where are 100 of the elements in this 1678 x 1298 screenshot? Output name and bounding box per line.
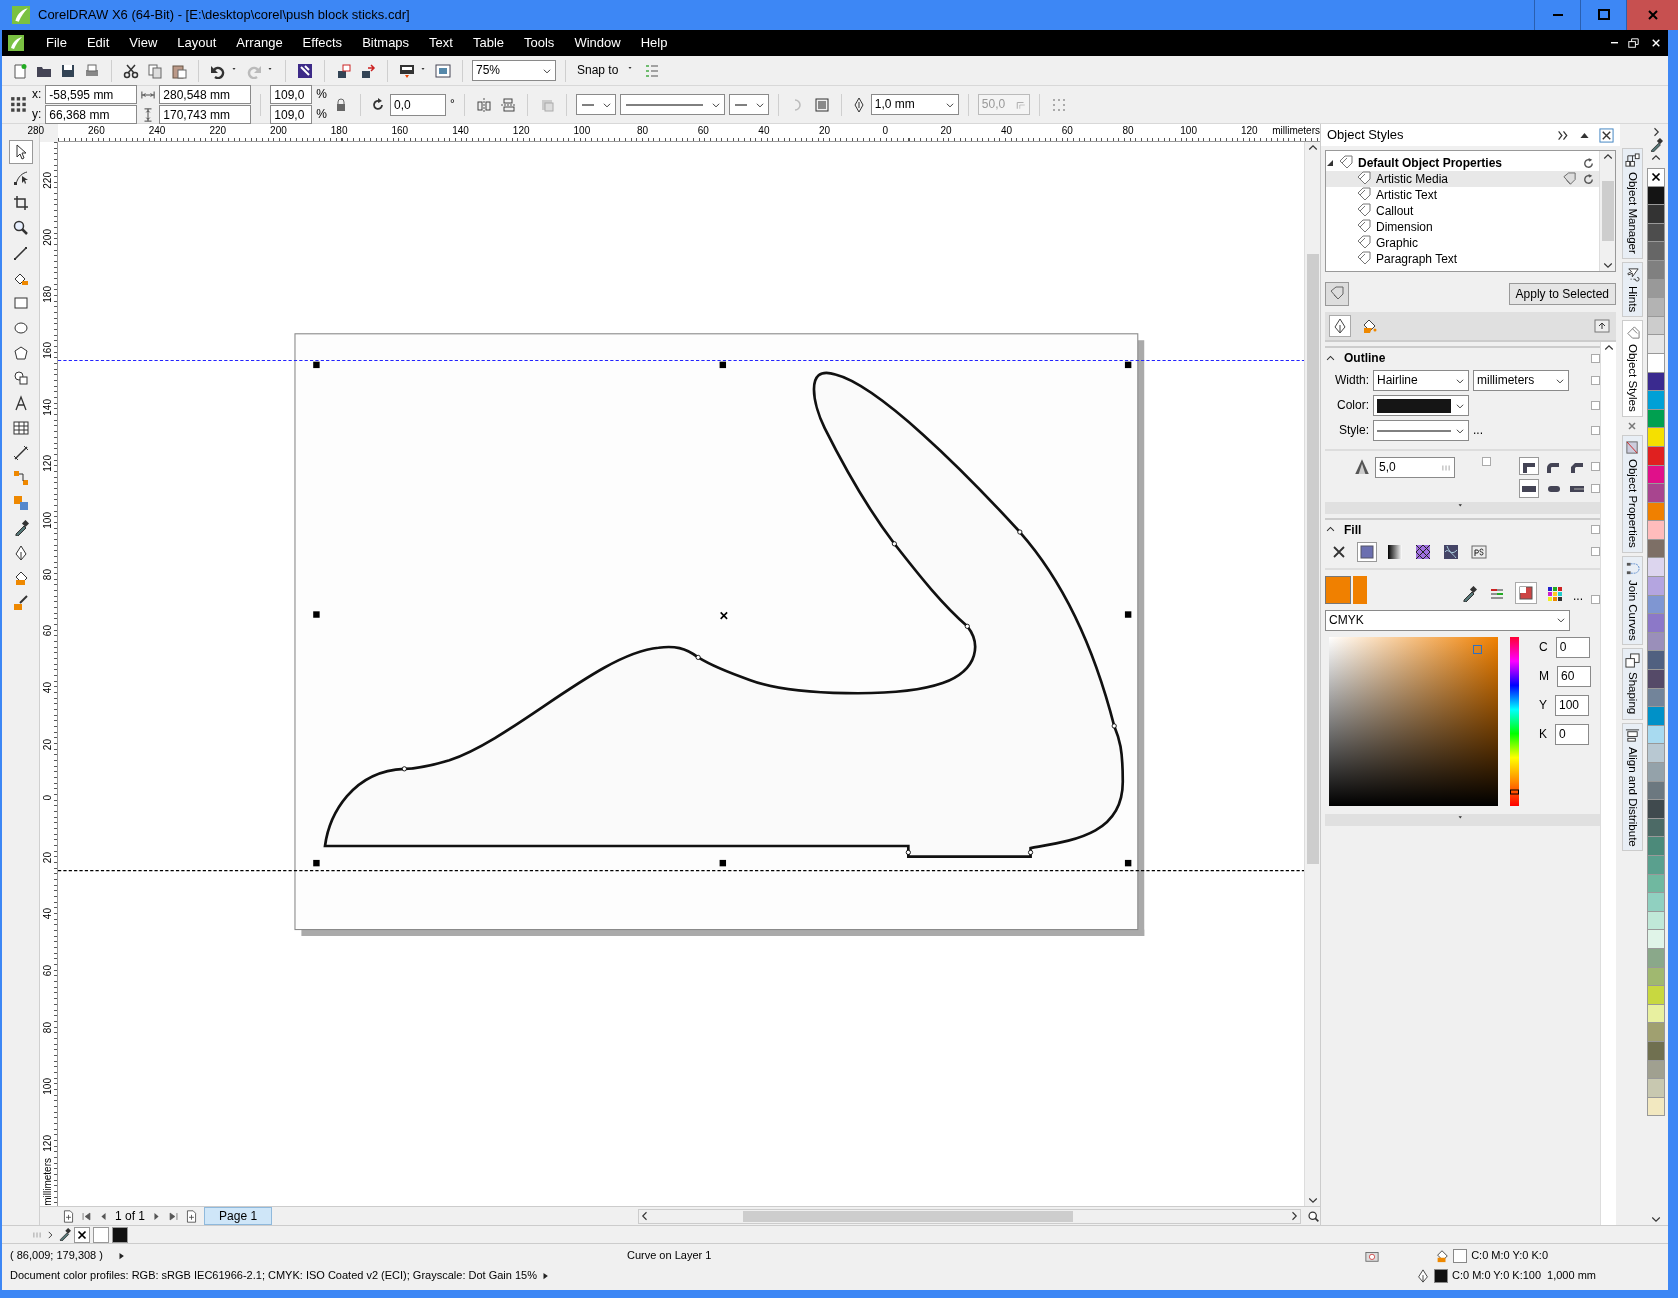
docker-tab[interactable]: Join Curves	[1621, 555, 1643, 646]
menu-item[interactable]: Arrange	[226, 35, 293, 51]
docker-tab[interactable]: Object Properties	[1621, 434, 1643, 553]
ruler-label: 20	[819, 125, 831, 137]
menu-item[interactable]: Tools	[514, 35, 565, 51]
x-position-field[interactable]: -58,595 mm	[45, 85, 138, 104]
ruler-label: 220	[42, 172, 54, 190]
channel-label: Y	[1539, 698, 1547, 713]
menu-item[interactable]: View	[119, 35, 168, 51]
ruler-label: 140	[42, 398, 54, 416]
channel-field[interactable]: 0	[1555, 636, 1590, 658]
docker-tab[interactable]: Align and Distribute	[1621, 722, 1643, 852]
ruler-label: 100	[42, 512, 54, 529]
ruler-label: 0	[882, 125, 889, 137]
zoom-dropdown[interactable]: 75%	[472, 60, 556, 81]
ruler-label: 200	[42, 229, 54, 246]
ruler-label: 200	[270, 125, 287, 137]
docker-tab[interactable]: Hints	[1621, 261, 1643, 318]
rotation-field[interactable]: 0,0	[390, 93, 446, 116]
snap-to-dropdown[interactable]: Snap to	[575, 61, 639, 80]
tree-item[interactable]: Dimension	[1326, 219, 1599, 235]
menu-item[interactable]: Edit	[76, 35, 120, 51]
tree-item[interactable]: Paragraph Text	[1326, 251, 1599, 267]
menu-item[interactable]: Help	[630, 35, 678, 51]
ruler-label: 80	[42, 568, 54, 580]
field-label: Color:	[1336, 398, 1369, 413]
ruler-label: 160	[42, 342, 54, 359]
docker-tab[interactable]: Object Styles	[1621, 320, 1643, 417]
ruler-label: 120	[42, 1134, 54, 1152]
channel-label: K	[1539, 727, 1547, 742]
ruler-label: 120	[512, 125, 530, 137]
docker-tab[interactable]: Shaping	[1621, 648, 1643, 720]
page-count: 1 of 1	[115, 1208, 146, 1224]
outline-width-dropdown[interactable]: 1,0 mm	[870, 94, 959, 115]
y-position-field[interactable]: 66,368 mm	[45, 105, 138, 124]
height-field[interactable]: 170,743 mm	[159, 105, 252, 124]
menu-item[interactable]: Layout	[167, 35, 227, 51]
channel-label: M	[1539, 669, 1549, 684]
ruler-label: 240	[148, 125, 166, 137]
docker-tab[interactable]: Object Manager	[1621, 148, 1643, 259]
field-label: y:	[32, 107, 42, 122]
menu-item[interactable]: File	[36, 35, 77, 51]
ruler-label: 100	[42, 1078, 54, 1095]
menu-item[interactable]: Effects	[292, 35, 353, 51]
ruler-label: 0	[42, 795, 54, 801]
tree-item[interactable]: Callout	[1326, 203, 1599, 219]
ruler-label: 100	[1180, 125, 1197, 137]
field-label: Width:	[1334, 373, 1369, 388]
channel-label: C	[1539, 640, 1548, 655]
ruler-label: 60	[1061, 125, 1073, 137]
ruler-label: 40	[42, 908, 54, 920]
window-title: CorelDRAW X6 (64-Bit) - [E:\desktop\corel\push block sticks.cdr]	[38, 7, 410, 23]
ruler-label: 40	[1001, 125, 1013, 137]
ruler-label: 180	[330, 125, 348, 137]
more-options[interactable]: ...	[1573, 589, 1583, 604]
more-options[interactable]: ...	[1473, 423, 1483, 438]
width-dropdown[interactable]: Hairline	[1373, 370, 1469, 391]
tree-item[interactable]: Graphic	[1326, 235, 1599, 251]
width-field[interactable]: 280,548 mm	[159, 85, 252, 104]
color-values: C:0 M:0 Y:0 K:100	[1452, 1269, 1542, 1283]
ruler-label: 280	[27, 125, 45, 137]
percent-sign: %	[316, 87, 327, 102]
menu-item[interactable]: Bitmaps	[352, 35, 420, 51]
ruler-unit-label: millimeters	[42, 1158, 54, 1206]
ruler-unit-label: millimeters	[1272, 125, 1320, 137]
menu-item[interactable]: Window	[564, 35, 631, 51]
scale-y-field[interactable]: 109,0	[270, 105, 313, 124]
ruler-label: 40	[758, 125, 770, 137]
cursor-coordinates: ( 86,009; 179,308 )	[10, 1249, 103, 1263]
ruler-label: 140	[452, 125, 469, 137]
scale-x-field[interactable]: 109,0	[270, 85, 313, 104]
ruler-label: 160	[391, 125, 409, 137]
miter-limit-field[interactable]: 5,0	[1375, 457, 1455, 478]
ruler-label: 60	[42, 964, 54, 977]
ruler-label: 60	[697, 125, 709, 137]
ruler-label: 120	[42, 455, 54, 473]
ruler-label: 20	[42, 738, 54, 750]
ruler-label: 120	[1241, 125, 1258, 137]
selection-info: Curve on Layer 1	[626, 1249, 712, 1263]
color-model-dropdown[interactable]: CMYK	[1325, 609, 1570, 631]
tree-item[interactable]: Default Object Properties	[1326, 155, 1599, 171]
tree-item[interactable]: Artistic Media	[1326, 171, 1599, 187]
ruler-label: 80	[1122, 125, 1134, 137]
ruler-label: 20	[42, 851, 54, 863]
docker-title: Object Styles	[1327, 127, 1404, 143]
ruler-label: 60	[42, 625, 54, 637]
menu-item[interactable]: Text	[419, 35, 463, 51]
ruler-label: 20	[940, 125, 952, 137]
color-values: C:0 M:0 Y:0 K:0	[1471, 1249, 1548, 1263]
apply-to-selected-button[interactable]: Apply to Selected	[1508, 282, 1616, 306]
menu-item[interactable]: Table	[462, 35, 514, 51]
units-dropdown[interactable]: millimeters	[1473, 370, 1569, 391]
tree-item[interactable]: Artistic Text	[1326, 187, 1599, 203]
channel-field[interactable]: 0	[1555, 723, 1589, 745]
channel-field[interactable]: 60	[1557, 665, 1591, 687]
color-profiles-text: Document color profiles: RGB: sRGB IEC61966-2.1; CMYK: ISO Coated v2 (ECI); Grayscale: Dot Gain 15%	[10, 1269, 537, 1283]
section-title: Outline	[1344, 350, 1386, 366]
channel-field[interactable]: 100	[1555, 694, 1589, 716]
page-tab[interactable]: Page 1	[204, 1207, 273, 1225]
ruler-label: 220	[209, 125, 227, 137]
